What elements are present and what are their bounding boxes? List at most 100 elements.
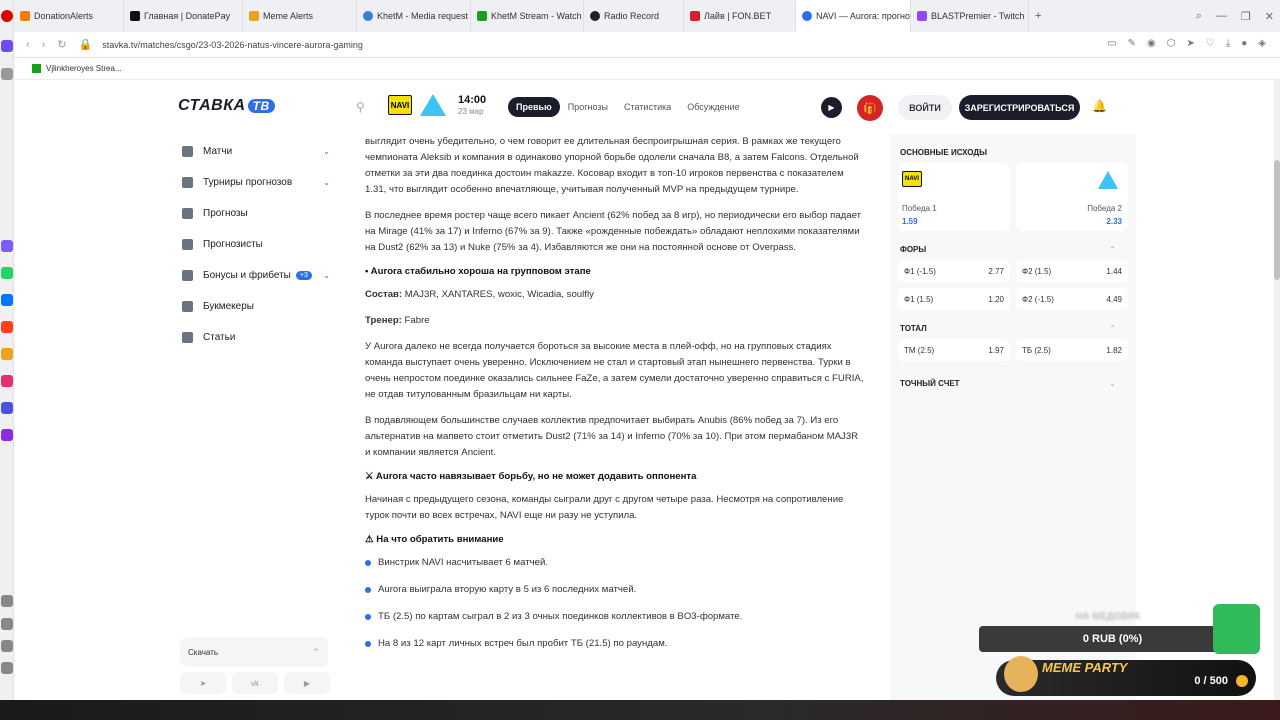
opera-logo-icon[interactable] [1, 10, 13, 22]
download-icon[interactable]: ⤓ [1226, 38, 1230, 49]
coach-value: Fabre [401, 315, 430, 326]
login-button[interactable]: ВОЙТИ [898, 95, 952, 120]
messenger-icon[interactable] [1, 348, 13, 360]
article-body: выглядит очень убедительно, о чем говори… [350, 134, 880, 700]
new-tab-button[interactable]: + [1035, 10, 1041, 22]
navi-logo-icon: NAVI [902, 171, 922, 187]
telegram-icon[interactable]: ➤ [180, 672, 226, 694]
total-section-title[interactable]: ТОТАЛ ⌃ [900, 324, 1126, 333]
odd-cell[interactable]: ТБ (2.5) 1.82 [1016, 339, 1128, 361]
chevron-up-icon[interactable]: ⌃ [312, 647, 320, 658]
odd-cell[interactable]: Ф2 (1.5) 1.44 [1016, 260, 1128, 282]
nav-item-bookmakers[interactable]: Букмекеры [180, 291, 330, 322]
location-icon[interactable] [1, 662, 13, 674]
youtube-icon[interactable]: ▶ [284, 672, 330, 694]
vk-icon[interactable]: vk [232, 672, 278, 694]
settings-icon[interactable] [1, 640, 13, 652]
vpn-icon[interactable]: ⬡ [1167, 38, 1176, 49]
site-logo[interactable]: СТАВКА ТВ [178, 97, 275, 115]
aria-icon[interactable] [1, 240, 13, 252]
player-icon[interactable] [1, 429, 13, 441]
whatsapp-icon[interactable] [1, 267, 13, 279]
workspace-icon[interactable] [1, 40, 13, 52]
tab-khetm-stream[interactable]: KhetM Stream - Watch Li [471, 0, 584, 32]
tab-navi-aurora[interactable]: NAVI — Aurora: прогноз [796, 0, 911, 32]
outcome-win1[interactable]: NAVI Победа 1 1.59 [898, 163, 1010, 231]
nav-item-label: Статьи [203, 332, 236, 343]
odd-value: 4.49 [1106, 294, 1122, 304]
search-icon[interactable]: ⚲ [356, 100, 365, 114]
tab-preview[interactable]: Превью [508, 97, 560, 117]
exact-score-section-title[interactable]: ТОЧНЫЙ СЧЕТ ⌄ [900, 379, 1126, 388]
odd-cell[interactable]: Ф1 (-1.5) 2.77 [898, 260, 1010, 282]
tab-radio-record[interactable]: Radio Record [584, 0, 684, 32]
odd-cell[interactable]: ТМ (2.5) 1.97 [898, 339, 1010, 361]
bell-icon[interactable]: 🔔 [1092, 99, 1107, 113]
cube-icon[interactable]: ◈ [1258, 38, 1266, 49]
tab-label: KhetM - Media request [377, 11, 469, 21]
meme-party-count: 0 / 500 [1194, 675, 1228, 687]
outcome-win2[interactable]: Победа 2 2.33 [1016, 163, 1128, 231]
nav-item-matches[interactable]: Матчи ⌄ [180, 136, 330, 167]
tab-statistics[interactable]: Статистика [616, 97, 679, 117]
maximize-icon[interactable]: ❐ [1241, 10, 1251, 23]
profile-icon[interactable]: ● [1241, 38, 1247, 49]
reader-icon[interactable]: ▭ [1107, 38, 1116, 49]
article-paragraph: В подавляющем большинстве случаев коллек… [365, 415, 859, 458]
outcome-odd: 2.33 [1106, 217, 1122, 226]
play-icon[interactable]: ▶ [821, 97, 842, 118]
close-icon[interactable]: ✕ [1265, 10, 1274, 23]
odd-value: 1.82 [1106, 345, 1122, 355]
nav-item-tournaments[interactable]: Турниры прогнозов ⌄ [180, 167, 330, 198]
register-button[interactable]: ЗАРЕГИСТРИРОВАТЬСЯ [959, 95, 1080, 120]
tab-meme-alerts[interactable]: Meme Alerts [243, 0, 357, 32]
nav-item-articles[interactable]: Статьи [180, 322, 330, 353]
back-icon[interactable]: ‹ [26, 39, 30, 51]
nav-item-tipsters[interactable]: Прогнозисты [180, 229, 330, 260]
tab-fonbet[interactable]: Лайв | FON.BET [684, 0, 796, 32]
send-icon[interactable]: ➤ [1186, 38, 1194, 49]
odd-label: Ф2 (1.5) [1022, 266, 1052, 276]
tab-discussion[interactable]: Обсуждение [679, 97, 747, 117]
edit-icon[interactable]: ✎ [1128, 38, 1136, 49]
bookmark-item[interactable]: Vjlinkheroyes Strea... [46, 64, 122, 73]
instagram-icon[interactable] [1, 375, 13, 387]
twitch-sidebar-icon[interactable] [1, 402, 13, 414]
scrollbar-thumb[interactable] [1274, 160, 1280, 280]
tab-media-request[interactable]: KhetM - Media request [357, 0, 471, 32]
vk-icon[interactable] [1, 294, 13, 306]
section-heading: • Aurora стабильно хороша на групповом э… [365, 266, 591, 277]
tab-favicon [477, 11, 487, 21]
stream-overlay-bar [0, 700, 1280, 720]
gift-icon[interactable]: 🎁 [857, 95, 883, 121]
nav-item-label: Букмекеры [203, 301, 254, 312]
tab-donatepay[interactable]: Главная | DonatePay [124, 0, 243, 32]
odd-cell[interactable]: Ф2 (-1.5) 4.49 [1016, 288, 1128, 310]
reload-icon[interactable]: ↻ [57, 38, 66, 51]
home-icon[interactable] [1, 68, 13, 80]
nav-item-label: Бонусы и фрибеты [203, 270, 291, 281]
tab-donationalerts[interactable]: DonationAlerts [14, 0, 124, 32]
tab-predictions[interactable]: Прогнозы [560, 97, 616, 117]
match-mini-header[interactable]: NAVI 14:00 23 мар [388, 94, 486, 116]
camera-icon[interactable]: ◉ [1147, 38, 1156, 49]
url-field[interactable]: stavka.tv/matches/csgo/23-03-2026-natus-… [102, 40, 363, 50]
nav-item-bonuses[interactable]: Бонусы и фрибеты +3 ⌄ [180, 260, 330, 291]
minimize-icon[interactable]: — [1216, 10, 1227, 22]
tab-blast-twitch[interactable]: BLASTPremier - Twitch [911, 0, 1029, 32]
nav-item-predictions[interactable]: Прогнозы [180, 198, 330, 229]
heart-icon[interactable]: ♡ [1206, 38, 1215, 49]
bookmarks-bar: Vjlinkheroyes Strea... [14, 58, 1280, 80]
handicap-section-title[interactable]: ФОРЫ ⌃ [900, 245, 1126, 254]
odd-value: 1.44 [1106, 266, 1122, 276]
search-tabs-icon[interactable]: ⌕ [1196, 10, 1202, 23]
page-content: СТАВКА ТВ ⚲ NAVI 14:00 23 мар Превью Прог… [14, 80, 1280, 700]
yandex-icon[interactable] [1, 321, 13, 333]
odd-value: 1.20 [988, 294, 1004, 304]
odd-cell[interactable]: Ф1 (1.5) 1.20 [898, 288, 1010, 310]
download-app-box[interactable]: Скачать ⌃ [180, 637, 328, 667]
history-icon[interactable] [1, 618, 13, 630]
forward-icon[interactable]: › [42, 39, 46, 51]
heart-icon[interactable] [1, 595, 13, 607]
page-scrollbar[interactable] [1274, 80, 1280, 700]
